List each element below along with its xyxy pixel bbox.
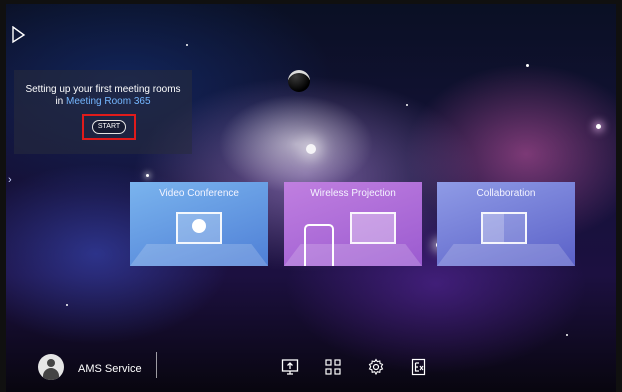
home-screen: › Setting up your first meeting rooms in… [0,0,622,392]
apps-grid-icon[interactable] [324,358,342,376]
setup-panel: Setting up your first meeting rooms in M… [14,70,192,154]
wireless-projection-card[interactable]: Wireless Projection [284,182,422,266]
star [526,64,529,67]
divider [156,352,157,378]
card-title: Collaboration [476,188,536,199]
monitor-icon [176,212,222,244]
star [406,104,408,106]
monitor-icon [350,212,396,244]
card-title: Video Conference [159,188,239,199]
exit-icon[interactable] [410,358,428,376]
room-name: Meeting Room 365 [66,96,151,107]
card-title: Wireless Projection [310,188,396,199]
star [566,334,568,336]
avatar-icon[interactable] [38,354,64,380]
monitor-icon [481,212,527,244]
start-button[interactable]: START [92,120,126,134]
start-highlight: START [82,114,136,140]
setup-in-label: in [55,96,64,107]
settings-gear-icon[interactable] [367,358,385,376]
desk-decoration [437,244,575,266]
star [146,174,149,177]
star [306,144,316,154]
moon-decoration [288,70,310,92]
screen-share-icon[interactable] [281,358,299,376]
user-name[interactable]: AMS Service [78,363,142,375]
collaboration-card[interactable]: Collaboration [437,182,575,266]
cursor-icon [12,26,26,44]
phone-icon [304,224,334,266]
person-icon [192,219,206,233]
star [596,124,601,129]
star [186,44,188,46]
desk-decoration [130,244,268,266]
setup-room-line: in Meeting Room 365 [14,96,192,107]
setup-message: Setting up your first meeting rooms [25,84,181,95]
bottom-bar: AMS Service [6,350,616,392]
star [66,304,68,306]
video-conference-card[interactable]: Video Conference [130,182,268,266]
sidebar-expand-icon[interactable]: › [8,174,12,186]
